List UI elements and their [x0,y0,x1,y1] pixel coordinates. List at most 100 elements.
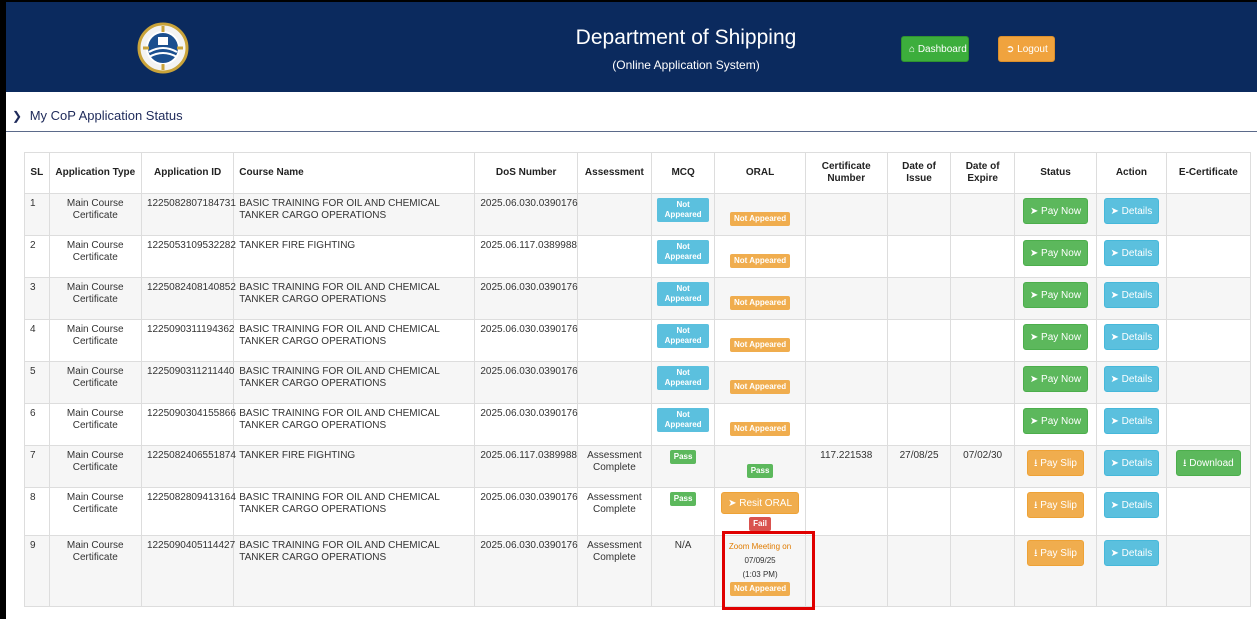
details-button[interactable]: ➤ Details [1103,408,1160,434]
cell-oral: Not Appeared [714,193,806,236]
cell-app-id: 1225090311211440 [140,361,234,404]
cell-expire [950,319,1015,362]
cell-dos: 2025.06.030.0390176 [474,403,578,446]
cell-type: Main Course Certificate [48,235,142,278]
cell-issue [886,361,952,404]
cell-issue [886,535,952,607]
cell-assessment [576,193,652,236]
cell-issue [886,193,952,236]
cell-cert-no [804,319,888,362]
details-button[interactable]: ➤ Details [1103,282,1160,308]
table-row: 3 Main Course Certificate 12250824081408… [24,277,1252,320]
details-label: Details [1121,248,1153,259]
download-icon: ⭳ [1182,458,1187,469]
cell-course: BASIC TRAINING FOR OIL AND CHEMICAL TANK… [233,277,476,320]
col-header: DoS Number [474,152,578,194]
cell-ecert [1165,535,1252,607]
arrow-circle-right-icon: ➤ [728,498,737,509]
cell-assessment: Assessment Complete [576,487,652,536]
table-row: 9 Main Course Certificate 12250904051144… [24,535,1252,607]
cell-cert-no [804,535,888,607]
cell-ecert [1165,235,1252,278]
dashboard-label: Dashboard [917,44,967,55]
pay-now-button[interactable]: ➤ Pay Now [1022,240,1089,266]
pay-slip-label: Pay Slip [1040,500,1077,511]
mcq-badge: Not Appeared [656,282,710,306]
pay-now-button[interactable]: ➤ Pay Now [1022,282,1089,308]
details-button[interactable]: ➤ Details [1103,240,1160,266]
details-button[interactable]: ➤ Details [1103,198,1160,224]
col-header: Application ID [140,152,235,194]
arrow-circle-right-icon: ➤ [1029,290,1039,301]
arrow-circle-right-icon: ➤ [1110,332,1119,343]
pay-slip-label: Pay Slip [1040,458,1077,469]
details-button[interactable]: ➤ Details [1103,450,1160,476]
section-title: My CoP Application Status [29,108,183,123]
oral-badge: Not Appeared [729,254,791,268]
cell-app-id: 1225090304155866 [140,403,236,446]
cell-sl: 4 [24,319,50,362]
arrow-circle-right-icon: ➤ [1110,500,1119,511]
page-subtitle: (Online Application System) [612,58,760,72]
dashboard-button[interactable]: ⌂ Dashboard [901,36,969,62]
pay-slip-button[interactable]: ⭳ Pay Slip [1026,540,1084,566]
cell-issue [886,403,952,446]
cell-app-id: 1225082809413164 [140,487,236,536]
mcq-badge: Not Appeared [656,408,710,432]
arrow-circle-right-icon: ➤ [1029,416,1039,427]
col-header: Assessment [576,152,652,194]
application-status-table-wrap: SL Application Type Application ID Cours… [24,152,1252,607]
cell-app-id: 1225082807184731 [140,193,236,236]
col-header: Certificate Number [804,152,888,194]
cell-cert-no [804,193,888,236]
cell-course: BASIC TRAINING FOR OIL AND CHEMICAL TANK… [233,361,476,404]
cell-type: Main Course Certificate [48,361,142,404]
pay-now-button[interactable]: ➤ Pay Now [1022,198,1089,224]
cell-status: ⭳ Pay Slip [1013,535,1098,607]
cell-action: ➤ Details [1096,193,1167,236]
oral-badge: Pass [746,464,774,478]
cell-mcq: Not Appeared [650,361,716,404]
col-header: MCQ [650,152,716,194]
arrow-circle-right-icon: ➤ [1110,206,1119,217]
cell-type: Main Course Certificate [48,277,142,320]
table-row: 7 Main Course Certificate 12250824065518… [24,445,1252,488]
pay-now-button[interactable]: ➤ Pay Now [1022,366,1089,392]
details-button[interactable]: ➤ Details [1103,492,1160,518]
cell-ecert [1165,487,1252,536]
cell-cert-no [804,361,888,404]
cell-oral: ➤ Resit ORAL Fail [714,487,806,536]
pay-now-button[interactable]: ➤ Pay Now [1022,324,1089,350]
cell-action: ➤ Details [1096,445,1167,488]
cell-course: BASIC TRAINING FOR OIL AND CHEMICAL TANK… [233,403,476,446]
download-button[interactable]: ⭳ Download [1175,450,1241,476]
section-toggle[interactable]: ❯ My CoP Application Status [12,108,183,123]
cell-oral: Pass [714,445,806,488]
pay-slip-button[interactable]: ⭳ Pay Slip [1026,450,1084,476]
details-label: Details [1121,548,1153,559]
oral-badge: Not Appeared [729,212,791,226]
cell-issue [886,487,952,536]
details-button[interactable]: ➤ Details [1103,366,1160,392]
pay-now-button[interactable]: ➤ Pay Now [1022,408,1089,434]
col-header: Action [1096,152,1167,194]
table-row: 5 Main Course Certificate 12250903112114… [24,361,1252,404]
arrow-circle-right-icon: ➤ [1029,374,1039,385]
mcq-badge: Pass [669,450,697,464]
cell-sl: 6 [24,403,50,446]
details-button[interactable]: ➤ Details [1103,324,1160,350]
oral-badge: Not Appeared [729,338,791,352]
logout-button[interactable]: ➲ Logout [998,36,1055,62]
resit-oral-button[interactable]: ➤ Resit ORAL [721,492,800,514]
pay-slip-button[interactable]: ⭳ Pay Slip [1026,492,1084,518]
pay-now-label: Pay Now [1041,332,1082,343]
pay-now-label: Pay Now [1041,248,1082,259]
cell-sl: 9 [24,535,50,607]
cell-action: ➤ Details [1096,535,1167,607]
pay-now-label: Pay Now [1041,416,1082,427]
cell-expire [950,361,1015,404]
page-title: Department of Shipping [575,26,797,49]
cell-expire [950,277,1015,320]
cell-assessment: Assessment Complete [576,535,652,607]
details-button[interactable]: ➤ Details [1103,540,1160,566]
